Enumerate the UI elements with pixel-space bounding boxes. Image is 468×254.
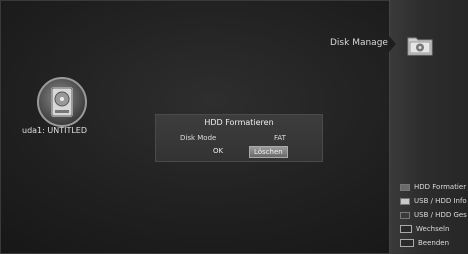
menu-item-usb-hdd-speed[interactable]: USB / HDD Ges <box>400 208 468 222</box>
page-title: Disk Manage <box>330 38 388 48</box>
menu-item-exit[interactable]: Beenden <box>400 236 468 250</box>
hdd-icon[interactable] <box>37 77 87 127</box>
disk-mode-value[interactable]: FAT <box>274 134 286 142</box>
red-key-icon <box>400 183 410 191</box>
disk-label: uda1: UNTITLED <box>22 126 88 135</box>
menu-item-usb-hdd-info[interactable]: USB / HDD Info <box>400 194 468 208</box>
format-dialog: HDD Formatieren Disk Mode FAT OK Löschen <box>155 114 323 162</box>
menu-item-label: Wechseln <box>416 225 450 233</box>
exit-key-icon <box>400 239 414 247</box>
menu-item-label: Beenden <box>418 239 450 247</box>
header-arrow-icon <box>389 36 396 52</box>
tv-screen: Disk Manage uda1: UNTITLED HDD Formatier… <box>0 0 468 254</box>
yellow-key-icon <box>400 211 410 219</box>
menu-item-hdd-format[interactable]: HDD Formatier <box>400 180 468 194</box>
delete-button[interactable]: Löschen <box>249 146 288 158</box>
menu-item-switch[interactable]: Wechseln <box>400 222 468 236</box>
side-menu: HDD Formatier USB / HDD Info USB / HDD G… <box>400 180 468 250</box>
dialog-title: HDD Formatieren <box>204 118 274 127</box>
ok-button[interactable]: OK <box>213 147 223 155</box>
menu-item-label: USB / HDD Info <box>414 197 467 205</box>
menu-item-label: HDD Formatier <box>414 183 467 191</box>
hdd-image <box>51 87 73 117</box>
blue-key-icon <box>400 225 412 233</box>
folder-icon <box>407 37 433 56</box>
disk-mode-label: Disk Mode <box>180 134 217 142</box>
green-key-icon <box>400 197 410 205</box>
menu-item-label: USB / HDD Ges <box>414 211 467 219</box>
